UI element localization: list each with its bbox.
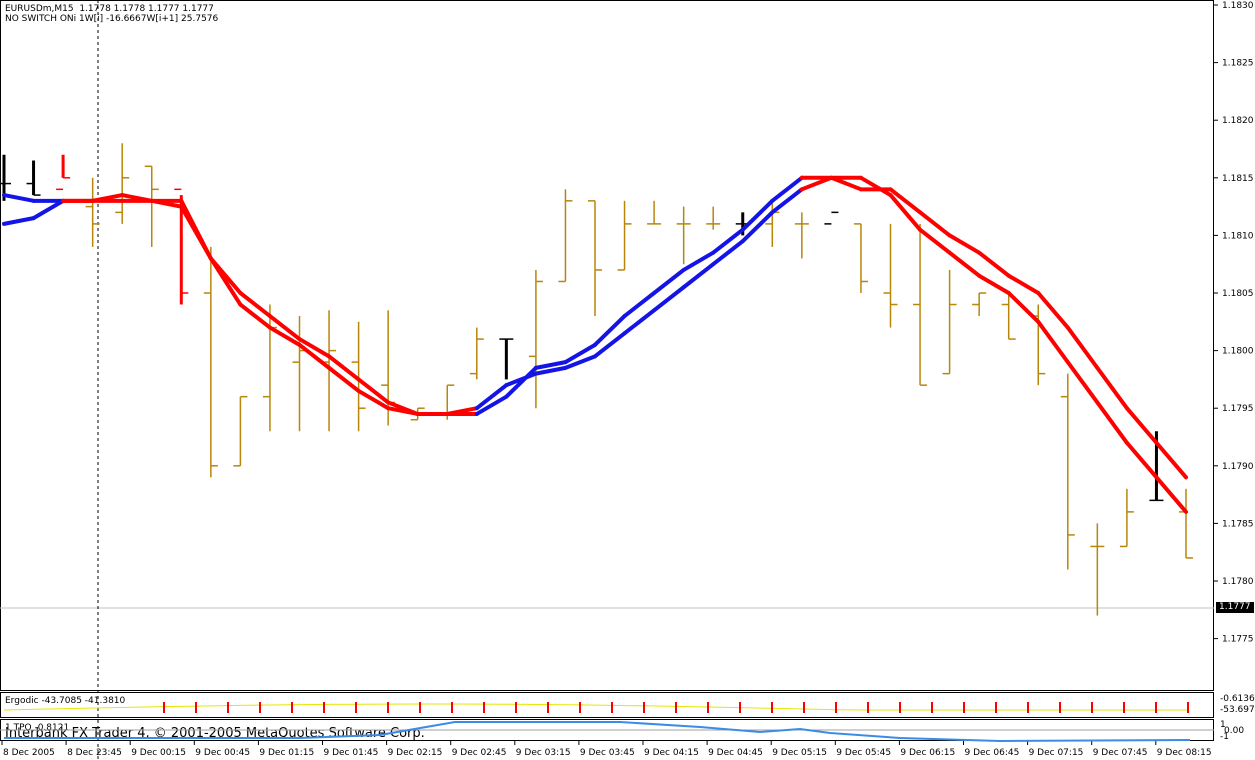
ma-upper-line — [1065, 325, 1100, 370]
ma-lower-line — [179, 198, 213, 261]
price-axis-label: 1.1825 — [1222, 59, 1254, 69]
ma-upper-line — [1154, 440, 1188, 480]
time-axis-label: 9 Dec 05:15 — [772, 748, 827, 758]
time-axis-label: 9 Dec 02:15 — [388, 748, 443, 758]
time-axis-label: 8 Dec 23:45 — [67, 748, 122, 758]
time-axis-label: 9 Dec 07:45 — [1093, 748, 1148, 758]
ma-lower-line — [327, 354, 361, 382]
ma-lower-line — [208, 256, 243, 295]
price-axis-label: 1.1830 — [1222, 1, 1254, 11]
ma-upper-line — [977, 250, 1011, 278]
ma-lower-line — [238, 291, 272, 319]
ma-upper-line — [1124, 406, 1159, 445]
ma-lower-line — [947, 250, 982, 278]
price-axis-label: 1.1800 — [1222, 347, 1254, 357]
price-axis-label: 1.1775 — [1222, 635, 1254, 645]
time-axis-label: 9 Dec 08:15 — [1157, 748, 1212, 758]
price-axis-label: 1.1785 — [1222, 519, 1254, 529]
ma-lower-line — [593, 331, 627, 359]
ergodic-line — [3, 703, 1188, 711]
time-axis-label: 9 Dec 04:15 — [644, 748, 699, 758]
ma-lower-line — [858, 175, 893, 198]
price-axis-label: 1.1805 — [1222, 289, 1254, 299]
time-axis-label: 9 Dec 00:45 — [195, 748, 250, 758]
ma-lower-line — [711, 239, 745, 267]
price-axis-label: 1.1820 — [1222, 116, 1254, 126]
time-axis-label: 9 Dec 06:15 — [900, 748, 955, 758]
ma-lower-line — [770, 187, 804, 215]
ma-upper-line — [711, 227, 745, 255]
ma-upper-line — [1095, 365, 1129, 411]
tpo-line — [4, 721, 1191, 743]
price-axis-label: 1.1810 — [1222, 231, 1254, 241]
price-axis-label: 1.1780 — [1222, 577, 1254, 587]
ma-upper-line — [2, 193, 36, 203]
time-axis-label: 9 Dec 05:45 — [836, 748, 891, 758]
ma-upper-line — [770, 175, 804, 203]
time-axis-label: 9 Dec 07:15 — [1029, 748, 1084, 758]
ma-upper-line — [947, 233, 982, 255]
ma-lower-line — [2, 216, 36, 226]
ma-upper-line — [1036, 291, 1070, 330]
ma-lower-line — [1095, 400, 1129, 445]
ma-lower-line — [977, 273, 1011, 295]
ma-upper-line — [1006, 273, 1041, 295]
ma-upper-line — [593, 314, 627, 347]
ma-lower-line — [31, 198, 66, 221]
time-axis-label: 8 Dec 2005 — [3, 748, 55, 758]
ma-lower-line — [1065, 360, 1100, 405]
time-axis-label: 9 Dec 04:45 — [708, 748, 763, 758]
time-axis-label: 9 Dec 01:15 — [259, 748, 314, 758]
ma-upper-line — [238, 302, 272, 330]
price-axis-label: 1.1815 — [1222, 174, 1254, 184]
ma-lower-line — [1006, 291, 1041, 324]
ma-lower-line — [1154, 475, 1188, 514]
price-axis-label: 1.1790 — [1222, 462, 1254, 472]
time-axis-label: 9 Dec 01:45 — [324, 748, 379, 758]
time-axis-label: 9 Dec 00:15 — [131, 748, 186, 758]
time-axis-label: 9 Dec 03:15 — [516, 748, 571, 758]
time-axis-label: 9 Dec 03:45 — [580, 748, 635, 758]
time-axis-label: 9 Dec 02:45 — [452, 748, 507, 758]
price-chart-svg: 1.1830 1.1825 1.1820 1.1815 1.1810 1.1805 1.18… — [0, 0, 1254, 760]
ma-lower-line — [1036, 319, 1070, 365]
ma-upper-line — [327, 365, 361, 393]
price-axis-label: 1.1795 — [1222, 404, 1254, 414]
ma-lower-line — [1124, 440, 1159, 480]
time-axis-label: 9 Dec 06:45 — [965, 748, 1020, 758]
